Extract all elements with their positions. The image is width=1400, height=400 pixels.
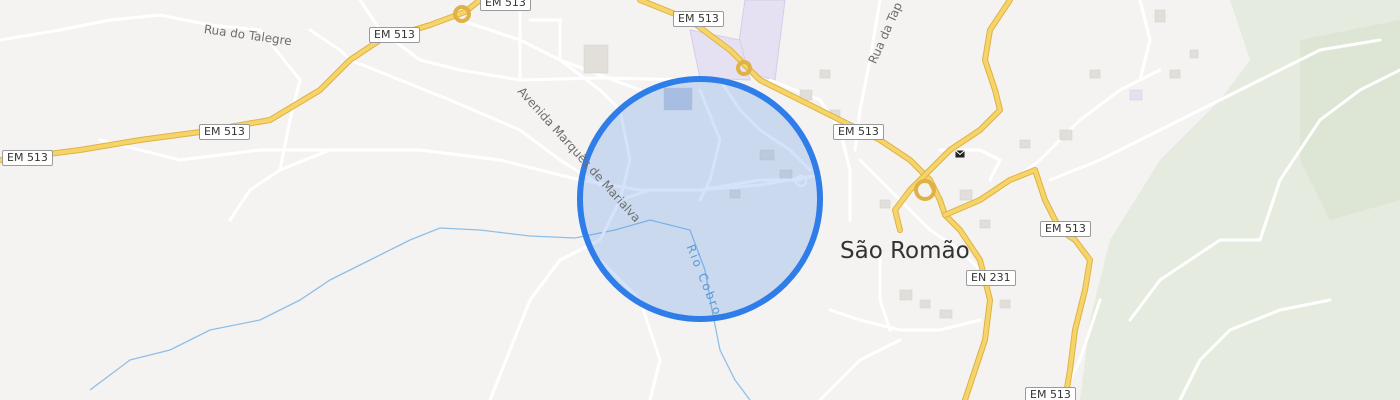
road-shield: EM 513 [1040,221,1091,237]
map-view[interactable]: EM 513 EM 513 EM 513 EM 513 EM 513 EM 51… [0,0,1400,400]
road-shield: EM 513 [480,0,531,11]
road-shield: EM 513 [833,124,884,140]
road-shield: EN 231 [966,270,1016,286]
road-shield: EM 513 [673,11,724,27]
envelope-icon[interactable] [955,150,971,166]
location-overlay [577,76,823,322]
road-shield: EM 513 [369,27,420,43]
road-shield: EM 513 [2,150,53,166]
road-shield: EM 513 [199,124,250,140]
place-label: São Romão [840,238,970,264]
road-shield: EM 513 [1025,387,1076,400]
